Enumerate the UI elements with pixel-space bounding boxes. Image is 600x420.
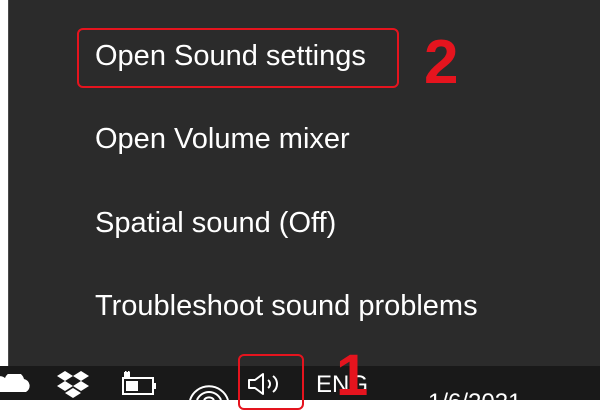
wifi-icon[interactable] bbox=[188, 370, 232, 400]
sound-context-menu: Open Sound settings Open Volume mixer Sp… bbox=[8, 0, 600, 366]
taskbar: ENG 1/6/2021 bbox=[0, 366, 600, 416]
callout-number-1: 1 bbox=[336, 343, 369, 408]
speaker-icon[interactable] bbox=[246, 372, 286, 396]
date-text[interactable]: 1/6/2021 bbox=[428, 386, 521, 420]
menu-item-troubleshoot-sound[interactable]: Troubleshoot sound problems bbox=[95, 286, 478, 326]
callout-number-2: 2 bbox=[424, 28, 459, 97]
menu-item-open-volume-mixer[interactable]: Open Volume mixer bbox=[95, 119, 350, 159]
dropbox-icon[interactable] bbox=[56, 370, 90, 398]
battery-icon[interactable] bbox=[118, 371, 162, 397]
menu-item-open-sound-settings[interactable]: Open Sound settings bbox=[95, 36, 366, 76]
cloud-icon[interactable] bbox=[0, 374, 34, 394]
menu-item-spatial-sound[interactable]: Spatial sound (Off) bbox=[95, 203, 336, 243]
